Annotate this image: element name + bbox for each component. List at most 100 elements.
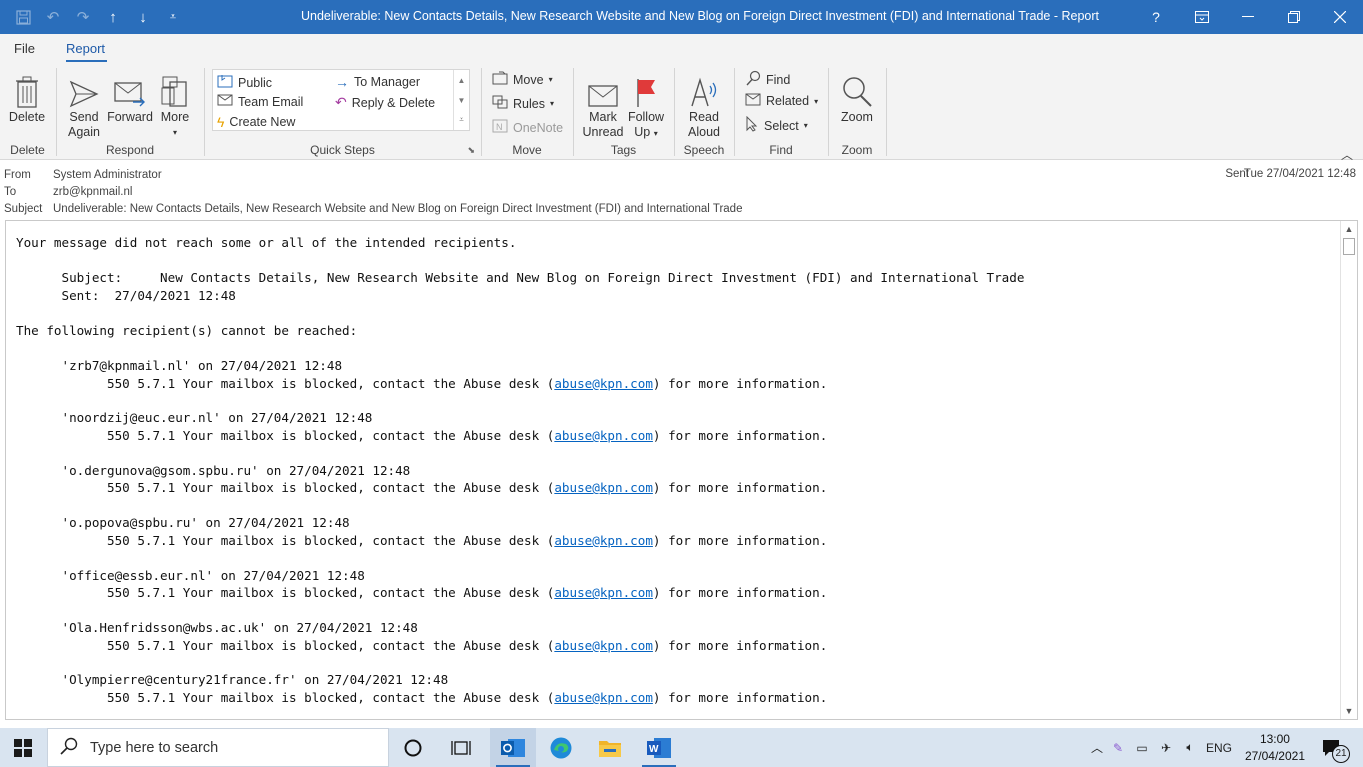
scroll-down-icon[interactable]: ▼ — [454, 90, 469, 110]
windows-start-icon[interactable] — [0, 728, 46, 767]
chevron-down-icon: ▾ — [814, 96, 819, 106]
abuse-email-link[interactable]: abuse@kpn.com — [554, 480, 653, 495]
search-icon — [60, 737, 78, 758]
quick-step-public[interactable]: Public — [217, 74, 272, 91]
abuse-email-link[interactable]: abuse@kpn.com — [554, 376, 653, 391]
error-text-suffix: ) for more information. — [652, 532, 828, 548]
quick-access-toolbar: ↶ ↷ ↑ ↓ ⩡ — [10, 0, 186, 34]
recipient-error: 550 5.7.1 Your mailbox is blocked, conta… — [16, 533, 827, 548]
error-text-suffix: ) for more information. — [652, 637, 828, 653]
dialog-launcher-icon[interactable]: ⬊ — [467, 145, 475, 156]
restore-icon[interactable] — [1271, 0, 1317, 34]
quick-step-to-manager[interactable]: → To Manager — [335, 74, 420, 90]
next-item-icon[interactable]: ↓ — [130, 2, 156, 32]
find-button[interactable]: Find — [745, 70, 790, 89]
vertical-scrollbar[interactable]: ▲ ▼ — [1340, 221, 1357, 719]
edge-browser-icon[interactable] — [538, 728, 584, 767]
quick-step-reply-delete[interactable]: ↶ Reply & Delete — [335, 94, 435, 111]
from-label: From — [4, 168, 31, 181]
group-move: Move ▾ Rules ▾ N OneNote Move — [482, 62, 572, 160]
chevron-down-icon: ▾ — [548, 75, 553, 84]
more-respond-icon — [155, 68, 195, 108]
recipient-line: 'Ola.Henfridsson@wbs.ac.uk' on 27/04/202… — [16, 620, 418, 635]
help-icon[interactable]: ? — [1133, 0, 1179, 34]
battery-icon[interactable]: ▭ — [1130, 741, 1154, 755]
clock-time: 13:00 — [1259, 732, 1290, 746]
recipient-error: 550 5.7.1 Your mailbox is blocked, conta… — [16, 480, 827, 495]
abuse-email-link[interactable]: abuse@kpn.com — [554, 533, 653, 548]
save-icon[interactable] — [10, 2, 36, 32]
subject-value: Undeliverable: New Contacts Details, New… — [53, 202, 743, 215]
undo-icon[interactable]: ↶ — [40, 2, 66, 32]
error-text: 550 5.7.1 Your mailbox is blocked, conta… — [16, 375, 555, 391]
scroll-down-icon[interactable]: ▼ — [1341, 703, 1357, 719]
scroll-thumb[interactable] — [1343, 238, 1355, 255]
cortana-icon[interactable] — [390, 728, 436, 767]
tab-report[interactable]: Report — [66, 41, 105, 56]
abuse-email-link[interactable]: abuse@kpn.com — [554, 690, 653, 705]
read-aloud-button[interactable]: Read Aloud — [681, 68, 727, 140]
forward-mail-icon — [107, 68, 153, 108]
quick-step-create-new[interactable]: ϟ Create New — [217, 114, 295, 130]
to-value[interactable]: zrb@kpnmail.nl — [53, 186, 132, 198]
task-view-icon[interactable] — [438, 728, 484, 767]
outlook-app-icon[interactable] — [490, 728, 536, 767]
delete-button[interactable]: Delete — [6, 68, 48, 125]
error-text-suffix: ) for more information. — [652, 375, 828, 391]
follow-up-button[interactable]: Follow Up ▾ — [626, 68, 666, 141]
onenote-button[interactable]: N OneNote — [492, 119, 563, 136]
message-body: Your message did not reach some or all o… — [5, 220, 1358, 720]
error-text: 550 5.7.1 Your mailbox is blocked, conta… — [16, 585, 555, 601]
recipient-error: 550 5.7.1 Your mailbox is blocked, conta… — [16, 376, 827, 391]
airplane-mode-icon[interactable]: ✈ — [1154, 741, 1178, 755]
expand-gallery-icon[interactable]: ⩡ — [454, 110, 469, 130]
search-placeholder: Type here to search — [90, 739, 219, 756]
rules-button[interactable]: Rules ▾ — [492, 95, 554, 112]
clock-date: 27/04/2021 — [1244, 749, 1305, 763]
group-tags: Mark Unread Follow Up ▾ Tags — [574, 62, 673, 160]
language-indicator[interactable]: ENG — [1202, 741, 1236, 755]
abuse-email-link[interactable]: abuse@kpn.com — [554, 638, 653, 653]
abuse-email-link[interactable]: abuse@kpn.com — [554, 428, 653, 443]
error-text-suffix: ) for more information. — [652, 480, 828, 496]
error-text-suffix: ) for more information. — [652, 427, 828, 443]
ribbon-tabs: File Report — [0, 34, 1363, 62]
ribbon-display-options-icon[interactable] — [1179, 0, 1225, 34]
close-icon[interactable] — [1317, 0, 1363, 34]
onenote-icon: N — [492, 119, 508, 136]
send-again-button[interactable]: Send Again — [63, 68, 105, 140]
related-button[interactable]: Related ▾ — [745, 93, 818, 109]
move-folder-icon — [492, 71, 508, 88]
from-value[interactable]: System Administrator — [53, 169, 162, 181]
minimize-icon[interactable] — [1225, 0, 1271, 34]
more-respond-button[interactable]: More ▾ — [155, 68, 195, 140]
previous-item-icon[interactable]: ↑ — [100, 2, 126, 32]
system-clock[interactable]: 13:00 27/04/2021 — [1245, 731, 1305, 765]
forward-button[interactable]: Forward — [107, 68, 153, 125]
collapse-ribbon-icon[interactable]: ︿ — [1341, 146, 1353, 163]
quick-step-team-email[interactable]: Team Email — [217, 94, 303, 109]
abuse-email-link[interactable]: abuse@kpn.com — [554, 585, 653, 600]
customize-qat-icon[interactable]: ⩡ — [160, 2, 186, 32]
recipient-error: 550 5.7.1 Your mailbox is blocked, conta… — [16, 585, 827, 600]
flag-icon — [626, 68, 666, 108]
zoom-button[interactable]: Zoom — [835, 68, 879, 125]
redo-icon[interactable]: ↷ — [70, 2, 96, 32]
mark-unread-button[interactable]: Mark Unread — [580, 68, 626, 140]
subject-label: Subject — [4, 202, 43, 215]
scroll-up-icon[interactable]: ▲ — [454, 70, 469, 90]
tab-file[interactable]: File — [14, 41, 35, 56]
scroll-up-icon[interactable]: ▲ — [1341, 221, 1357, 237]
file-explorer-icon[interactable] — [587, 728, 633, 767]
reply-icon: ↶ — [335, 94, 347, 110]
error-text: 550 5.7.1 Your mailbox is blocked, conta… — [16, 637, 555, 653]
select-button[interactable]: Select ▾ — [745, 115, 808, 135]
move-button[interactable]: Move ▾ — [492, 71, 553, 88]
taskbar-search-box[interactable]: Type here to search — [47, 728, 389, 767]
pen-icon[interactable]: ✎ — [1106, 741, 1130, 755]
show-hidden-icons-icon[interactable]: ︿ — [1088, 739, 1106, 756]
volume-icon[interactable]: 🔈︎ — [1178, 740, 1202, 755]
word-app-icon[interactable]: W — [636, 728, 682, 767]
notifications-icon[interactable]: 21 — [1312, 728, 1352, 767]
trash-icon — [6, 68, 48, 108]
